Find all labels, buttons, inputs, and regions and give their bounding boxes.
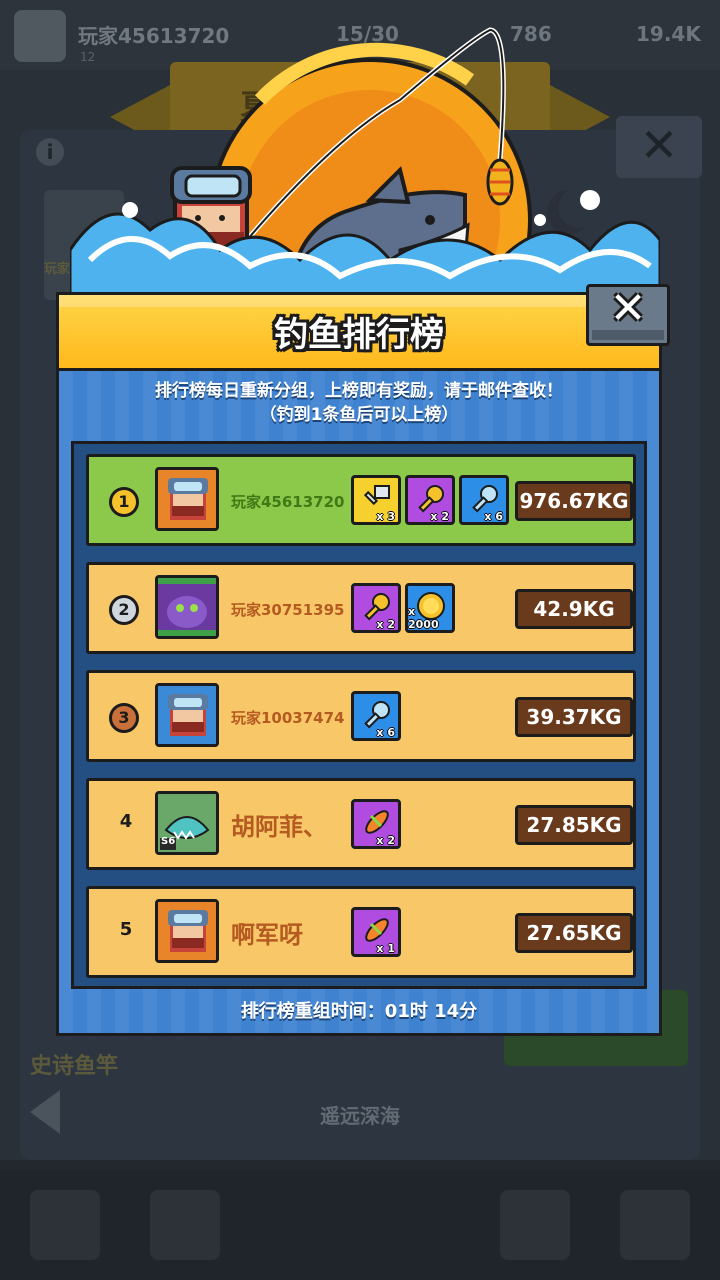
nav-more-icon[interactable] <box>620 1190 690 1260</box>
close-button[interactable]: ✕ <box>586 283 670 346</box>
shark-hero-illustration <box>70 27 660 330</box>
silver-key-icon: x 3 <box>351 475 401 525</box>
location-label: 遥远深海 <box>320 1104 400 1128</box>
silver-medal-icon: 2 <box>109 595 139 625</box>
leaderboard-modal: 钓鱼排行榜 ✕ 排行榜每日重新分组，上榜即有奖励，请于邮件查收！ （钓到1条鱼后… <box>56 283 670 1036</box>
reset-timer: 排行榜重组时间：01时 14分 <box>240 1001 478 1022</box>
player-name: 胡阿菲、 <box>231 813 327 841</box>
avatar <box>155 575 219 639</box>
fishing-lure-icon: x 1 <box>351 907 401 957</box>
rod-label: 史诗鱼竿 <box>30 1054 119 1079</box>
gold-key-icon: x 2 <box>351 583 401 633</box>
nav-gear-icon[interactable] <box>500 1190 570 1260</box>
modal-body: 排行榜每日重新分组，上榜即有奖励，请于邮件查收！ （钓到1条鱼后可以上榜） 1 … <box>56 368 662 1036</box>
avatar: S6 <box>155 791 219 855</box>
ranking-row-5[interactable]: 5 啊军呀 x 1 27.65KG <box>86 886 636 978</box>
avatar <box>155 467 219 531</box>
ranking-row-4[interactable]: 4 S6 胡阿菲、 x 2 27.85KG <box>86 778 636 870</box>
ranking-row-2[interactable]: 2 玩家30751395 x 2 x 2000 42.9KG <box>86 562 636 654</box>
ranking-row-3[interactable]: 3 玩家10037474 x 6 39.37KG <box>86 670 636 762</box>
modal-title: 钓鱼排行榜 <box>274 315 444 355</box>
notice-text: 排行榜每日重新分组，上榜即有奖励，请于邮件查收！ （钓到1条鱼后可以上榜） <box>59 379 659 427</box>
info-icon[interactable]: i <box>36 138 64 166</box>
player-name: 玩家45613720 <box>231 493 345 511</box>
notice-line-1: 排行榜每日重新分组，上榜即有奖励，请于邮件查收！ <box>155 381 563 401</box>
ranking-row-1[interactable]: 1 玩家45613720 x 3 x 2 x 6 976.67KG <box>86 454 636 546</box>
nav-shop-icon[interactable] <box>30 1190 100 1260</box>
player-name: 啊军呀 <box>231 921 303 949</box>
notice-line-2: （钓到1条鱼后可以上榜） <box>259 405 459 425</box>
fish-weight: 27.65KG <box>515 913 633 953</box>
season-tag: S6 <box>161 836 176 847</box>
rank-number: 4 <box>119 811 133 832</box>
close-icon[interactable]: ✕ <box>589 283 667 334</box>
player-name: 玩家30751395 <box>231 601 345 619</box>
fish-weight: 42.9KG <box>515 589 633 629</box>
fish-weight: 39.37KG <box>515 697 633 737</box>
bronze-medal-icon: 3 <box>109 703 139 733</box>
player-avatar[interactable] <box>14 10 66 62</box>
bottom-nav <box>0 1170 720 1280</box>
gold-medal-icon: 1 <box>109 487 139 517</box>
player-name: 玩家10037474 <box>231 709 345 727</box>
side-label: 玩家 <box>44 262 71 277</box>
gold-key-icon: x 2 <box>405 475 455 525</box>
nav-team-icon[interactable] <box>150 1190 220 1260</box>
fishing-lure-icon: x 2 <box>351 799 401 849</box>
blue-key-icon: x 6 <box>459 475 509 525</box>
back-arrow-icon[interactable] <box>30 1090 60 1134</box>
fish-weight: 27.85KG <box>515 805 633 845</box>
fish-weight: 976.67KG <box>515 481 633 521</box>
avatar <box>155 899 219 963</box>
blue-key-icon: x 6 <box>351 691 401 741</box>
rank-number: 5 <box>119 919 133 940</box>
modal-header: 钓鱼排行榜 <box>56 292 662 370</box>
ranking-list: 1 玩家45613720 x 3 x 2 x 6 976.67KG 2 玩家30… <box>71 441 647 989</box>
avatar <box>155 683 219 747</box>
gold-coin-icon: x 2000 <box>405 583 455 633</box>
